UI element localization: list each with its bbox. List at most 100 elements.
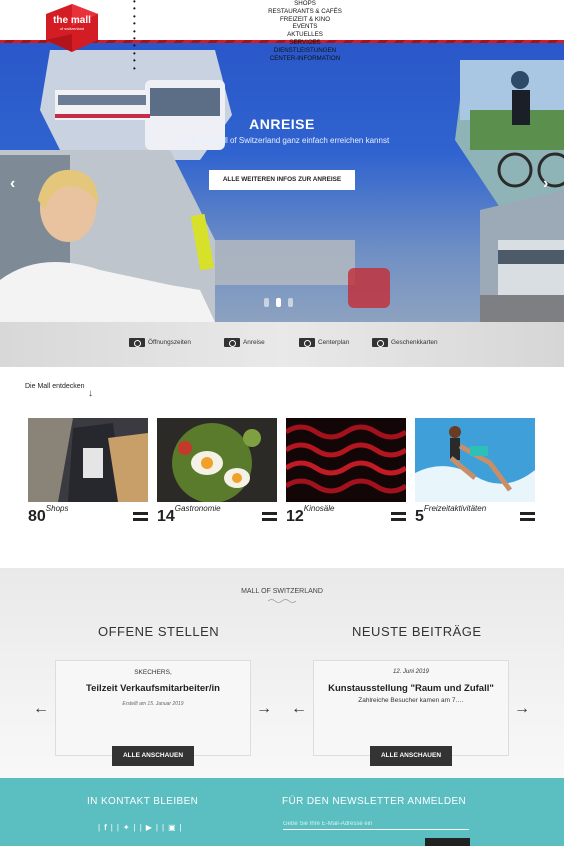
card-number: 12 bbox=[286, 508, 304, 525]
slider-prev-icon[interactable]: ‹ bbox=[10, 175, 15, 193]
gift-icon bbox=[372, 338, 388, 347]
bus-window bbox=[150, 88, 220, 116]
hero-title: ANREISE bbox=[249, 116, 315, 132]
jobs-heading: Offene Stellen bbox=[98, 624, 220, 639]
discover-card-kino[interactable]: 12Kinosäle bbox=[286, 418, 406, 530]
bus-side-window bbox=[58, 95, 146, 105]
twitter-icon[interactable]: ✦ bbox=[123, 823, 130, 832]
train-red-blur bbox=[348, 268, 390, 308]
card-number: 5 bbox=[415, 508, 424, 525]
quick-link-giftcards[interactable]: Geschenkkarten bbox=[372, 338, 438, 347]
train-blur bbox=[215, 240, 355, 285]
discover-card-freizeit[interactable]: 5Freizeitaktivitäten bbox=[415, 418, 535, 530]
nav-item-dienstleistungen[interactable]: Dienstleistungen bbox=[250, 47, 360, 55]
logo-text: the mall of switzerland bbox=[46, 16, 98, 31]
contact-heading: In Kontakt bleiben bbox=[87, 796, 199, 807]
hero-slider: ANREISE wie du die Mall of Switzerland g… bbox=[0, 40, 564, 322]
jobs-view-all-button[interactable]: Alle anschauen bbox=[112, 746, 194, 766]
newsletter-email-input[interactable] bbox=[283, 818, 469, 830]
newsletter-submit-button[interactable] bbox=[425, 838, 470, 846]
card-caption: 12Kinosäle bbox=[286, 504, 334, 526]
bullet: • bbox=[133, 63, 136, 73]
quick-link-centerplan[interactable]: Centerplan bbox=[299, 338, 349, 347]
quick-link-opening-hours[interactable]: Öffnungszeiten bbox=[129, 338, 191, 347]
post-card[interactable]: 12. Juni 2019 Kunstausstellung "Raum und… bbox=[313, 660, 509, 756]
card-number: 14 bbox=[157, 508, 175, 525]
post-title: Kunstausstellung "Raum und Zufall" bbox=[328, 683, 494, 694]
shops-image bbox=[28, 418, 148, 502]
divider: | bbox=[139, 823, 142, 832]
nav-bullet-list: • • • • • • • • • • bbox=[133, 0, 136, 72]
divider: | bbox=[162, 823, 165, 832]
slider-dot-1[interactable] bbox=[264, 298, 269, 307]
card-label: Gastronomie bbox=[174, 504, 221, 513]
divider: | bbox=[110, 823, 113, 832]
discover-title: Die Mall entdecken bbox=[25, 383, 85, 390]
facebook-icon[interactable]: f bbox=[104, 823, 107, 832]
divider: | bbox=[179, 823, 182, 832]
job-created-date: Erstellt am 15. Januar 2019 bbox=[122, 701, 184, 707]
quick-links-bar: Öffnungszeiten Anreise Centerplan Gesche… bbox=[0, 322, 564, 367]
posts-heading: Neuste Beiträge bbox=[352, 624, 482, 639]
cyclist-helmet bbox=[511, 71, 529, 89]
hero-subtitle: wie du die Mall of Switzerland ganz einf… bbox=[174, 136, 390, 145]
train-windows bbox=[498, 250, 564, 264]
instagram-icon[interactable]: ▣ bbox=[168, 823, 176, 832]
job-title: Teilzeit Verkaufsmitarbeiter/in bbox=[86, 683, 220, 694]
card-caption: 5Freizeitaktivitäten bbox=[415, 504, 486, 526]
gastronomy-image bbox=[157, 418, 277, 502]
slider-dot-3[interactable] bbox=[288, 298, 293, 307]
platform bbox=[480, 295, 564, 322]
slider-dot-2[interactable] bbox=[276, 298, 281, 307]
cinema-image bbox=[286, 418, 406, 502]
card-label: Shops bbox=[45, 504, 69, 513]
youtube-icon[interactable]: ▶ bbox=[146, 823, 152, 832]
hero-cta-button[interactable]: Alle weiteren Infos zur Anreise bbox=[209, 170, 355, 190]
menu-icon[interactable] bbox=[262, 512, 277, 521]
social-links: | f | | ✦ | | ▶ | | ▣ | bbox=[98, 823, 182, 832]
slider-next-icon[interactable]: › bbox=[543, 175, 548, 193]
nav-item-center-information[interactable]: Center-Information bbox=[250, 55, 360, 63]
divider: | bbox=[116, 823, 119, 832]
menu-icon[interactable] bbox=[520, 512, 535, 521]
job-company: Skechers, bbox=[134, 669, 172, 676]
menu-icon[interactable] bbox=[391, 512, 406, 521]
menu-icon[interactable] bbox=[133, 512, 148, 521]
train-car bbox=[498, 240, 564, 295]
nav-item-events[interactable]: Events bbox=[250, 23, 360, 31]
divider: | bbox=[133, 823, 136, 832]
quick-link-label: Geschenkkarten bbox=[391, 339, 438, 347]
divider: | bbox=[155, 823, 158, 832]
card-label: Kinosäle bbox=[303, 504, 335, 513]
post-date: 12. Juni 2019 bbox=[392, 669, 430, 675]
discover-card-gastronomie[interactable]: 14Gastronomie bbox=[157, 418, 277, 530]
discover-card-shops[interactable]: 80Shops bbox=[28, 418, 148, 530]
quick-link-label: Öffnungszeiten bbox=[148, 339, 191, 347]
card-caption: 80Shops bbox=[28, 504, 68, 526]
nav-item-restaurants[interactable]: Restaurants & Cafés bbox=[250, 8, 360, 16]
footer: In Kontakt bleiben Für den Newsletter an… bbox=[0, 778, 564, 846]
posts-prev-arrow-icon[interactable]: ← bbox=[291, 700, 307, 718]
arrow-down-icon[interactable]: ↓ bbox=[88, 388, 93, 399]
nav-item-services[interactable]: Services bbox=[250, 39, 360, 47]
jobs-next-arrow-icon[interactable]: → bbox=[256, 700, 272, 718]
card-label: Freizeitaktivitäten bbox=[423, 504, 487, 513]
section-title: Mall of Switzerland bbox=[241, 588, 323, 595]
posts-view-all-button[interactable]: Alle anschauen bbox=[370, 746, 452, 766]
nav-item-shops[interactable]: Shops bbox=[250, 0, 360, 8]
mall-section: Mall of Switzerland Offene Stellen Neust… bbox=[0, 568, 564, 778]
post-excerpt: Zahlreiche Besucher kamen am 7.… bbox=[358, 697, 464, 704]
nav-item-aktuelles[interactable]: Aktuelles bbox=[250, 31, 360, 39]
quick-link-directions[interactable]: Anreise bbox=[224, 338, 265, 347]
main-nav: Shops Restaurants & Cafés Freizeit & Kin… bbox=[250, 0, 360, 62]
nav-item-freizeit[interactable]: Freizeit & Kino bbox=[250, 16, 360, 24]
posts-next-arrow-icon[interactable]: → bbox=[514, 700, 530, 718]
quick-link-label: Centerplan bbox=[318, 339, 350, 347]
card-caption: 14Gastronomie bbox=[157, 504, 221, 526]
job-card[interactable]: Skechers, Teilzeit Verkaufsmitarbeiter/i… bbox=[55, 660, 251, 756]
leisure-image bbox=[415, 418, 535, 502]
newsletter-heading: Für den Newsletter anmelden bbox=[282, 796, 467, 807]
logo-line-1: the mall bbox=[53, 15, 91, 26]
jobs-prev-arrow-icon[interactable]: ← bbox=[33, 700, 49, 718]
clock-icon bbox=[129, 338, 145, 347]
